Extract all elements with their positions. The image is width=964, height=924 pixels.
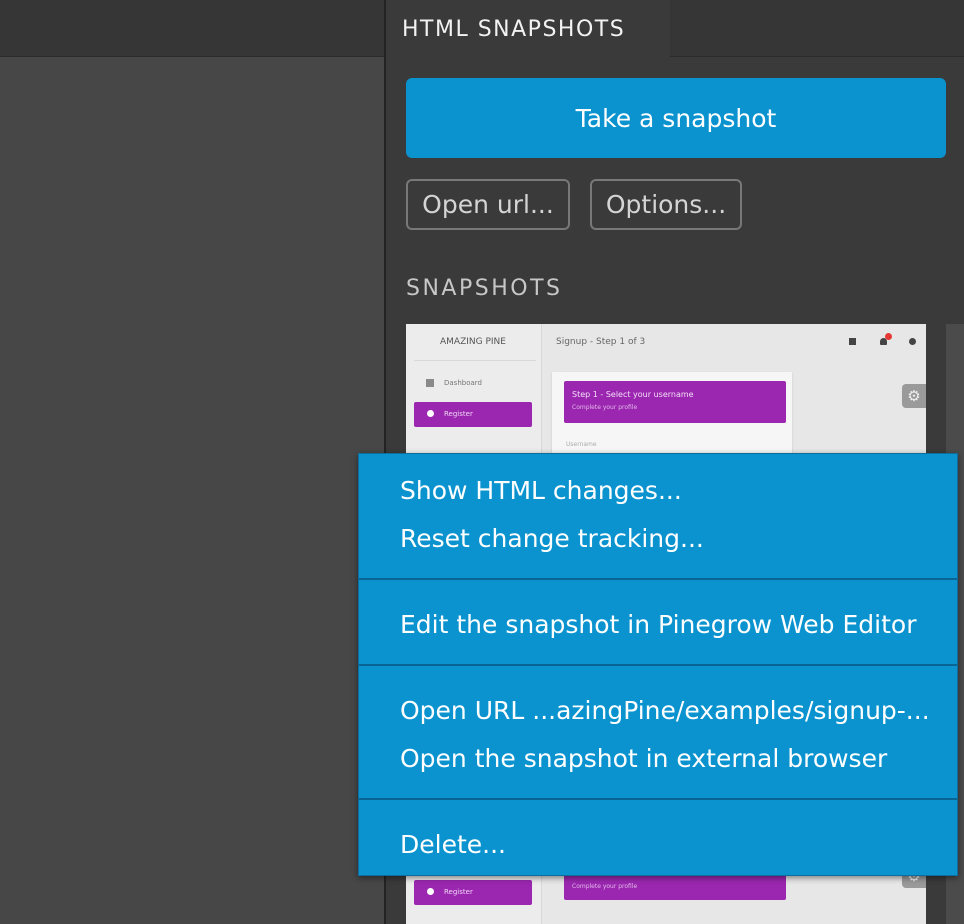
gear-icon: ⚙ xyxy=(902,874,926,888)
options-button[interactable]: Options... xyxy=(590,179,742,230)
take-snapshot-button[interactable]: Take a snapshot xyxy=(406,78,946,158)
preview-nav-dashboard: Dashboard xyxy=(444,379,482,387)
gear-icon: ⚙ xyxy=(902,384,926,408)
user-icon xyxy=(427,410,434,417)
preview-card-subtitle: Complete your profile xyxy=(572,883,638,890)
preview-nav-register: Register xyxy=(414,402,532,427)
snapshots-section-label: SNAPSHOTS xyxy=(406,276,563,301)
preview-divider xyxy=(414,360,536,361)
context-menu: Show HTML changes... Reset change tracki… xyxy=(358,453,958,876)
open-url-button[interactable]: Open url... xyxy=(406,179,570,230)
preview-card-title: Step 1 - Select your username xyxy=(572,390,694,399)
menu-item-reset-change-tracking[interactable]: Reset change tracking... xyxy=(400,524,704,553)
user-icon xyxy=(909,338,916,345)
menu-separator xyxy=(359,578,957,580)
preview-brand: AMAZING PINE xyxy=(440,337,506,347)
editor-canvas-area xyxy=(0,57,385,924)
snapshot-thumbnail-2[interactable]: Register Complete your profile ⚙ xyxy=(406,874,926,924)
preview-card-subtitle: Complete your profile xyxy=(572,404,638,411)
menu-item-open-url[interactable]: Open URL ...azingPine/examples/signup-..… xyxy=(400,696,930,725)
dashboard-icon xyxy=(426,379,434,387)
preview-card-header: Complete your profile xyxy=(564,874,786,900)
menu-item-show-html-changes[interactable]: Show HTML changes... xyxy=(400,476,682,505)
preview-nav-register-label: Register xyxy=(444,410,473,418)
snapshot-thumbnail[interactable]: AMAZING PINE Dashboard Register Signup -… xyxy=(406,324,926,456)
panel-tab-html-snapshots[interactable]: HTML SNAPSHOTS xyxy=(386,0,670,57)
menu-separator xyxy=(359,798,957,800)
preview-nav-register-label: Register xyxy=(444,888,473,896)
menu-separator xyxy=(359,664,957,666)
user-icon xyxy=(427,888,434,895)
menu-item-edit-in-pinegrow[interactable]: Edit the snapshot in Pinegrow Web Editor xyxy=(400,610,916,639)
preview-nav-register: Register xyxy=(414,880,532,905)
menu-item-delete[interactable]: Delete... xyxy=(400,830,506,859)
preview-field-label: Username xyxy=(566,441,597,448)
preview-sidebar: AMAZING PINE Dashboard Register xyxy=(406,324,542,456)
preview-card-header: Step 1 - Select your username Complete y… xyxy=(564,381,786,423)
menu-item-open-external-browser[interactable]: Open the snapshot in external browser xyxy=(400,744,887,773)
preview-page-title: Signup - Step 1 of 3 xyxy=(556,337,646,347)
notification-badge xyxy=(885,333,892,340)
preview-sidebar: Register xyxy=(406,874,542,924)
apps-icon xyxy=(849,338,856,345)
